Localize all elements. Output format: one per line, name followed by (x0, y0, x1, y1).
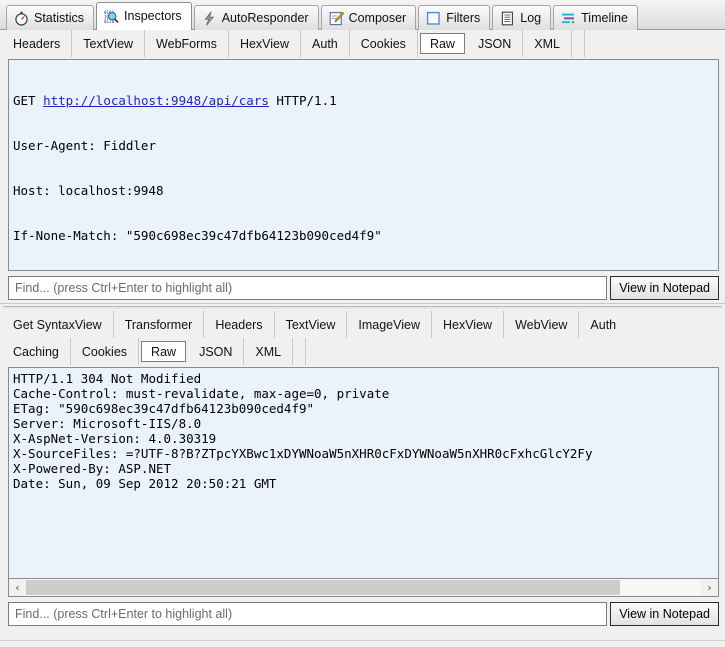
response-tab-auth[interactable]: Auth (579, 311, 627, 338)
main-tab-label: Timeline (581, 10, 628, 25)
response-tab-label: TextView (285, 317, 336, 332)
request-tab-label: XML (534, 36, 560, 51)
stopwatch-icon (14, 11, 29, 26)
request-tab-strip: Headers TextView WebForms HexView Auth C… (0, 30, 725, 57)
response-find-row: Find... (press Ctrl+Enter to highlight a… (8, 602, 719, 626)
request-raw-viewer: GET http://localhost:9948/api/cars HTTP/… (8, 59, 719, 271)
request-raw-line-if-none-match: If-None-Match: "590c698ec39c47dfb64123b0… (13, 228, 382, 243)
request-tab-webforms[interactable]: WebForms (145, 30, 229, 57)
request-http-version: HTTP/1.1 (268, 93, 337, 108)
response-raw-viewer: HTTP/1.1 304 Not Modified Cache-Control:… (8, 367, 719, 579)
response-tab-label: Get SyntaxView (13, 317, 102, 332)
lightning-bolt-icon (202, 11, 217, 26)
response-tab-webview[interactable]: WebView (504, 311, 580, 338)
request-tab-label: HexView (239, 36, 290, 51)
main-tab-statistics[interactable]: Statistics (6, 5, 95, 30)
response-tab-cookies[interactable]: Cookies (71, 338, 140, 365)
request-view-in-notepad-button[interactable]: View in Notepad (610, 276, 719, 300)
main-tab-strip: Statistics 0101 1010 0110 Inspectors Au (0, 0, 725, 30)
request-tab-label: JSON (477, 36, 512, 51)
filters-square-icon (426, 11, 441, 26)
response-tab-label: XML (255, 344, 282, 359)
request-tab-xml[interactable]: XML (523, 30, 572, 57)
request-raw-line-host: Host: localhost:9948 (13, 183, 164, 198)
request-find-input[interactable]: Find... (press Ctrl+Enter to highlight a… (8, 276, 608, 300)
response-horizontal-scrollbar[interactable]: ‹ › (8, 579, 719, 597)
main-tab-label: Statistics (34, 10, 85, 25)
request-tab-hexview[interactable]: HexView (229, 30, 302, 57)
response-tab-transformer[interactable]: Transformer (114, 311, 205, 338)
window-bottom-edge (0, 640, 725, 647)
request-raw-text[interactable]: GET http://localhost:9948/api/cars HTTP/… (9, 60, 718, 270)
request-tab-label: WebForms (156, 36, 217, 51)
response-view-in-notepad-button[interactable]: View in Notepad (610, 602, 719, 626)
main-tab-label: Log (520, 10, 542, 25)
request-tab-textview[interactable]: TextView (72, 30, 146, 57)
request-tab-label: TextView (83, 36, 134, 51)
request-raw-line-request-line: GET http://localhost:9948/api/cars HTTP/… (13, 93, 714, 108)
request-tab-headers[interactable]: Headers (2, 30, 73, 57)
response-tab-textview[interactable]: TextView (275, 311, 348, 338)
main-tab-filters[interactable]: Filters (418, 5, 491, 30)
response-tab-label: Headers (215, 317, 263, 332)
response-tab-label: Caching (13, 344, 59, 359)
request-tab-label: Headers (13, 36, 61, 51)
request-tab-label: Raw (429, 36, 455, 51)
response-tab-json[interactable]: JSON (188, 338, 245, 365)
request-tab-label: Cookies (360, 36, 406, 51)
main-tab-log[interactable]: Log (492, 5, 552, 30)
timeline-bars-icon (561, 11, 576, 26)
request-tab-json[interactable]: JSON (467, 30, 524, 57)
response-tab-strip-spacer (293, 338, 307, 365)
response-panel: Get SyntaxView Transformer Headers TextV… (0, 311, 725, 626)
response-tab-get-syntaxview[interactable]: Get SyntaxView (2, 311, 114, 338)
log-document-icon (500, 11, 515, 26)
inspectors-icon: 0101 1010 0110 (104, 9, 119, 24)
request-tab-cookies[interactable]: Cookies (350, 30, 418, 57)
panel-splitter[interactable] (0, 303, 725, 311)
scrollbar-thumb[interactable] (26, 580, 620, 595)
main-tab-inspectors[interactable]: 0101 1010 0110 Inspectors (96, 2, 192, 30)
response-tab-label: Transformer (124, 317, 193, 332)
main-tab-autoresponder[interactable]: AutoResponder (193, 5, 319, 30)
response-raw-text[interactable]: HTTP/1.1 304 Not Modified Cache-Control:… (9, 368, 718, 578)
request-url-link[interactable]: http://localhost:9948/api/cars (43, 93, 269, 108)
response-tab-raw[interactable]: Raw (141, 341, 187, 362)
request-tab-raw[interactable]: Raw (419, 33, 465, 54)
request-tab-strip-spacer (572, 30, 585, 57)
response-tab-label: Auth (590, 317, 617, 332)
response-tab-label: WebView (515, 317, 568, 332)
response-tab-label: HexView (442, 317, 493, 332)
response-tab-label: JSON (199, 344, 233, 359)
response-tab-xml[interactable]: XML (244, 338, 294, 365)
response-tab-imageview[interactable]: ImageView (347, 311, 432, 338)
compose-pencil-icon (329, 11, 344, 26)
response-tab-label: Raw (151, 344, 177, 359)
response-tab-label: Cookies (81, 344, 128, 359)
response-tab-hexview[interactable]: HexView (432, 311, 505, 338)
response-tab-strip-row2: Caching Cookies Raw JSON XML (0, 338, 725, 365)
response-tab-label: ImageView (358, 317, 420, 332)
response-find-input[interactable]: Find... (press Ctrl+Enter to highlight a… (8, 602, 608, 626)
main-tab-label: Filters (446, 10, 481, 25)
main-tab-label: Inspectors (124, 9, 182, 24)
request-tab-label: Auth (312, 36, 338, 51)
scroll-right-arrow-icon[interactable]: › (701, 579, 718, 596)
main-tab-timeline[interactable]: Timeline (553, 5, 638, 30)
response-tab-strip-row1: Get SyntaxView Transformer Headers TextV… (0, 311, 725, 338)
main-tab-label: AutoResponder (221, 10, 309, 25)
scrollbar-track[interactable] (26, 579, 701, 596)
request-find-row: Find... (press Ctrl+Enter to highlight a… (8, 276, 719, 300)
request-tab-auth[interactable]: Auth (301, 30, 350, 57)
scroll-left-arrow-icon[interactable]: ‹ (9, 579, 26, 596)
response-tab-headers[interactable]: Headers (204, 311, 275, 338)
fiddler-inspectors-window: Statistics 0101 1010 0110 Inspectors Au (0, 0, 725, 647)
request-method-and-space: GET (13, 93, 44, 108)
request-panel: Headers TextView WebForms HexView Auth C… (0, 30, 725, 300)
request-raw-line-user-agent: User-Agent: Fiddler (13, 138, 156, 153)
main-tab-label: Composer (348, 10, 407, 25)
panel-splitter-grip (3, 306, 722, 309)
response-tab-caching[interactable]: Caching (2, 338, 71, 365)
main-tab-composer[interactable]: Composer (320, 5, 417, 30)
